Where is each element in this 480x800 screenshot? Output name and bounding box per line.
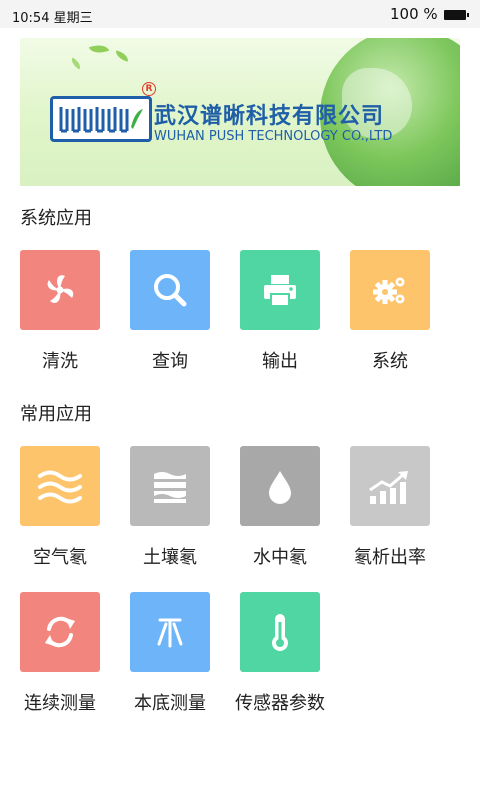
gears-icon xyxy=(350,250,430,330)
app-label: 氡析出率 xyxy=(354,547,426,568)
app-label: 水中氡 xyxy=(253,547,307,568)
app-tile-output[interactable]: 输出 xyxy=(240,250,350,373)
company-name-en: WUHAN PUSH TECHNOLOGY CO.,LTD xyxy=(154,129,393,144)
company-name-cn: 武汉谱晰科技有限公司 xyxy=(154,104,385,129)
app-label: 系统 xyxy=(372,351,408,372)
leaf-decoration xyxy=(114,50,130,62)
search-icon xyxy=(130,250,210,330)
company-banner: R 武汉谱晰科技有限公司 WUHAN PUSH TECHNOLOGY CO.,L… xyxy=(20,38,460,186)
battery-percentage: 100 % xyxy=(390,5,438,23)
status-time: 10:54 星期三 xyxy=(12,11,93,26)
section-title-system-apps: 系统应用 xyxy=(20,208,92,229)
printer-icon xyxy=(240,250,320,330)
leaf-decoration xyxy=(88,41,110,57)
tripod-icon xyxy=(130,592,210,672)
app-label: 空气氡 xyxy=(33,547,87,568)
refresh-icon xyxy=(20,592,100,672)
app-label: 查询 xyxy=(152,351,188,372)
thermometer-icon xyxy=(240,592,320,672)
app-tile-air-radon[interactable]: 空气氡 xyxy=(20,446,130,569)
fan-icon xyxy=(20,250,100,330)
app-tile-continuous-measurement[interactable]: 连续测量 xyxy=(20,592,130,715)
registered-mark: R xyxy=(142,82,156,96)
app-label: 土壤氡 xyxy=(143,547,197,568)
app-tile-clean[interactable]: 清洗 xyxy=(20,250,130,373)
app-tile-query[interactable]: 查询 xyxy=(130,250,240,373)
air-waves-icon xyxy=(20,446,100,526)
app-tile-soil-radon[interactable]: 土壤氡 xyxy=(130,446,240,569)
app-tile-system[interactable]: 系统 xyxy=(350,250,460,373)
water-drop-icon xyxy=(240,446,320,526)
app-label: 清洗 xyxy=(42,351,78,372)
battery-icon xyxy=(444,10,469,20)
app-label: 连续测量 xyxy=(24,693,96,714)
rising-chart-icon xyxy=(350,446,430,526)
company-logo xyxy=(50,96,152,142)
soil-layers-icon xyxy=(130,446,210,526)
app-tile-water-radon[interactable]: 水中氡 xyxy=(240,446,350,569)
app-label: 输出 xyxy=(262,351,298,372)
app-tile-radon-exhalation-rate[interactable]: 氡析出率 xyxy=(350,446,460,569)
app-label: 传感器参数 xyxy=(235,693,325,714)
leaf-decoration xyxy=(69,57,83,70)
app-tile-background-measurement[interactable]: 本底测量 xyxy=(130,592,240,715)
app-tile-sensor-parameters[interactable]: 传感器参数 xyxy=(235,592,350,715)
status-bar: 10:54 星期三 100 % xyxy=(0,0,480,28)
section-title-common-apps: 常用应用 xyxy=(20,404,92,425)
app-label: 本底测量 xyxy=(134,693,206,714)
